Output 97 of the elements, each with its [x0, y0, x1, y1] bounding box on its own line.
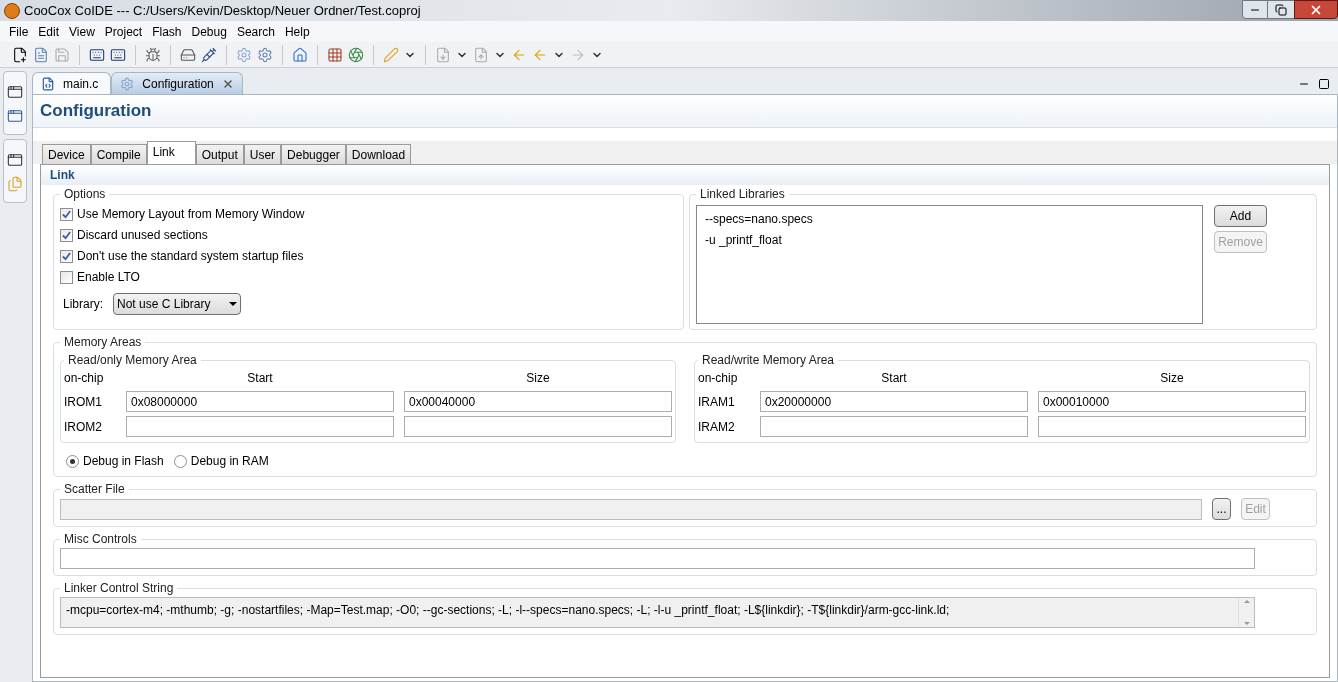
column-header: Size	[525, 370, 551, 387]
config-tab[interactable]: Download	[345, 144, 412, 164]
close-button[interactable]	[1294, 0, 1338, 19]
menu-item[interactable]: Debug	[186, 22, 232, 41]
config-tab[interactable]: Output	[195, 144, 244, 164]
scroll-up-icon[interactable]	[1243, 600, 1250, 603]
settings-icon[interactable]	[236, 46, 252, 63]
check-icon	[62, 209, 71, 219]
check-icon	[62, 230, 71, 240]
editor-tab[interactable]: main.c	[32, 72, 112, 94]
row-label: IROM2	[64, 418, 103, 436]
menu-item[interactable]: File	[4, 22, 34, 41]
checkbox[interactable]	[60, 270, 73, 284]
config-tab[interactable]: Link	[146, 141, 196, 164]
checkbox-label: Discard unused sections	[77, 227, 208, 244]
window-title: CooCox CoIDE --- C:/Users/Kevin/Desktop/Neuer Ordner/Test.coproj	[24, 1, 421, 20]
save-icon[interactable]	[54, 46, 70, 63]
dropdown-arrow-icon	[229, 302, 237, 306]
aperture-icon[interactable]	[348, 46, 364, 63]
text-field[interactable]: 0x08000000	[126, 391, 394, 412]
column-header: on-chip	[698, 370, 739, 387]
section-header: Link	[41, 165, 1329, 185]
maximize-button[interactable]	[1268, 0, 1294, 19]
text-field[interactable]	[760, 416, 1028, 437]
group-title: Options	[63, 186, 107, 203]
document-icon[interactable]	[33, 46, 49, 63]
row-label: IRAM2	[698, 418, 736, 436]
close-tab-icon[interactable]	[221, 77, 234, 90]
settings-icon[interactable]	[257, 46, 273, 63]
column-header: Start	[880, 370, 908, 387]
radio-button[interactable]	[173, 454, 187, 468]
scroll-down-icon[interactable]	[1243, 622, 1250, 625]
library-item[interactable]: -u _printf_float	[705, 231, 1194, 249]
radio-label: Debug in Flash	[83, 453, 164, 470]
bug-icon[interactable]	[145, 46, 161, 63]
menu-item[interactable]: Project	[99, 22, 148, 41]
config-tab[interactable]: Compile	[90, 144, 147, 164]
group-title: Read/only Memory Area	[67, 352, 198, 369]
library-item[interactable]: --specs=nano.specs	[705, 210, 1194, 228]
push-button[interactable]: Add	[1214, 205, 1267, 227]
group-title: Read/write Memory Area	[701, 352, 836, 369]
group-title: Misc Controls	[63, 531, 138, 548]
text-field[interactable]	[404, 416, 672, 437]
menu-item[interactable]: Search	[231, 22, 280, 41]
menu-item[interactable]: Help	[279, 22, 315, 41]
group-title: Memory Areas	[63, 334, 143, 351]
checkbox[interactable]	[60, 249, 73, 263]
group-title: Scatter File	[63, 481, 126, 498]
radio-label: Debug in RAM	[190, 453, 269, 470]
library-label: Library:	[63, 296, 103, 313]
keyboard-icon[interactable]	[110, 46, 126, 63]
linker-string-area[interactable]: -mcpu=cortex-m4; -mthumb; -g; -nostartfiles; -Map=Test.map; -O0; --gc-sections; -L; -l--specs=nano.specs; -L; -l-u _printf_float; -L${linkdir}; -T${linkdir}/arm-gcc-link.ld;	[60, 597, 1255, 628]
text-field[interactable]: 0x00040000	[404, 391, 672, 412]
check-icon	[62, 251, 71, 261]
pen-icon[interactable]	[383, 46, 399, 63]
column-header: Start	[246, 370, 274, 387]
keyboard-icon[interactable]	[89, 46, 105, 63]
column-header: on-chip	[64, 370, 105, 387]
text-field[interactable]: 0x00010000	[1038, 391, 1306, 412]
checkbox[interactable]	[60, 207, 73, 221]
column-header: Size	[1159, 370, 1185, 387]
minimize-button[interactable]	[1242, 0, 1268, 19]
files-icon[interactable]	[7, 176, 23, 192]
file-down-icon[interactable]	[435, 46, 451, 63]
config-tab[interactable]: User	[243, 144, 282, 164]
drive-icon[interactable]	[180, 46, 196, 63]
page-title: Configuration	[40, 100, 152, 123]
row-label: IRAM1	[698, 393, 736, 411]
checkbox-label: Don't use the standard system startup files	[77, 248, 304, 265]
radio-button[interactable]	[66, 454, 79, 468]
syringe-icon[interactable]	[201, 46, 217, 63]
config-tab[interactable]: Device	[42, 144, 91, 164]
home-icon[interactable]	[292, 46, 308, 63]
library-dropdown[interactable]: Not use C Library	[113, 293, 241, 315]
editor-tab[interactable]: Configuration	[111, 72, 243, 94]
gear-icon	[120, 76, 135, 91]
config-tab[interactable]: Debugger	[281, 144, 346, 164]
app-logo-icon	[4, 2, 20, 19]
c-file-icon	[41, 76, 55, 91]
row-label: IROM1	[64, 393, 103, 411]
grid-icon[interactable]	[327, 46, 343, 63]
checkbox-label: Enable LTO	[77, 269, 140, 286]
menu-item[interactable]: Flash	[147, 22, 187, 41]
text-field[interactable]	[60, 548, 1255, 569]
group-title: Linked Libraries	[699, 186, 786, 203]
text-field[interactable]	[126, 416, 394, 437]
checkbox-label: Use Memory Layout from Memory Window	[77, 206, 305, 223]
group-title: Linker Control String	[63, 580, 175, 597]
text-field[interactable]	[1038, 416, 1306, 437]
new-file-icon[interactable]	[12, 46, 28, 63]
menu-item[interactable]: Edit	[33, 22, 65, 41]
window-icon[interactable]	[7, 108, 23, 124]
checkbox[interactable]	[60, 228, 73, 242]
file-up-icon[interactable]	[473, 46, 489, 63]
maximize-icon[interactable]	[1318, 78, 1330, 90]
menu-item[interactable]: View	[64, 22, 100, 41]
text-field[interactable]: 0x20000000	[760, 391, 1028, 412]
